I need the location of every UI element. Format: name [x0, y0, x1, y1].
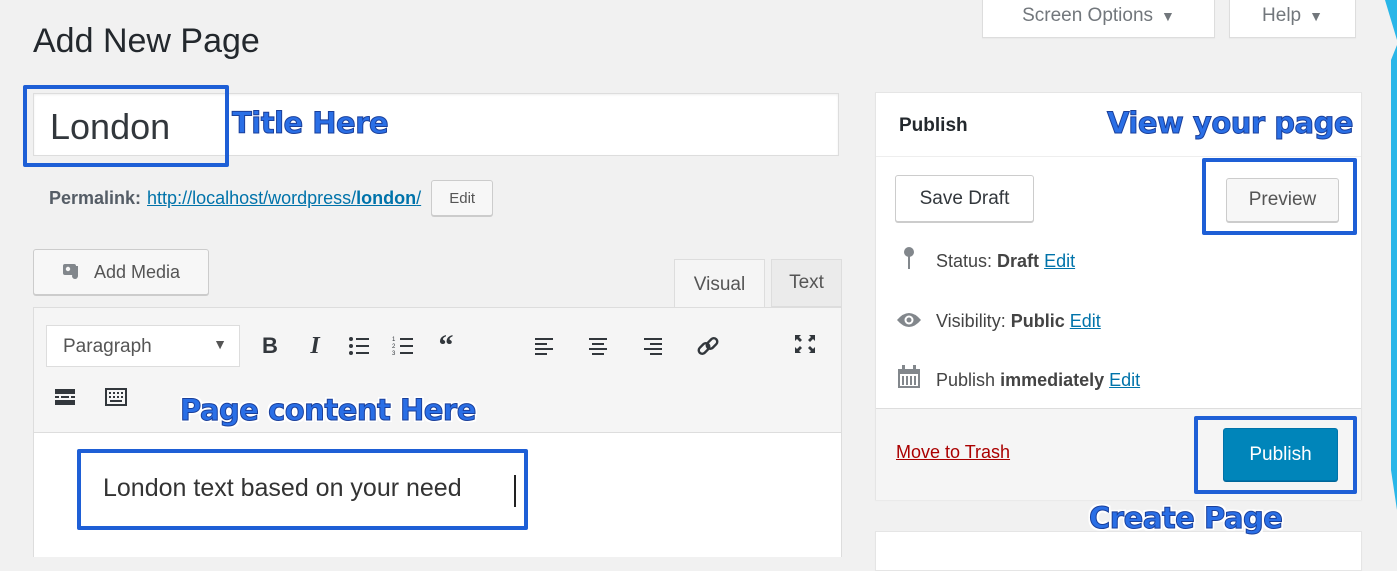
status-row: Status: Draft Edit [896, 246, 1075, 276]
add-media-label: Add Media [93, 261, 181, 282]
schedule-edit-link[interactable]: Edit [1109, 370, 1140, 390]
visibility-label: Visibility: [936, 310, 1006, 331]
permalink-label: Permalink: [49, 187, 142, 208]
add-media-icon [62, 262, 84, 282]
title-here-annotation: Title Here [231, 106, 389, 141]
save-draft-button[interactable]: Save Draft [895, 175, 1034, 222]
align-right-icon[interactable] [635, 328, 671, 364]
publish-highlight-box [1194, 416, 1357, 494]
page-attributes-box [875, 531, 1362, 571]
eye-icon [896, 308, 922, 334]
help-label: Help [1262, 4, 1302, 26]
dropdown-arrow-icon: ▼ [213, 336, 227, 352]
calendar-icon [896, 365, 922, 395]
pin-icon [896, 246, 922, 276]
read-more-icon[interactable] [47, 379, 83, 415]
page-title: Add New Page [33, 22, 260, 60]
visibility-row: Visibility: Public Edit [896, 308, 1101, 334]
caret-down-icon: ▼ [1161, 7, 1175, 24]
publish-heading: Publish [899, 115, 968, 136]
blockquote-icon[interactable]: “ [428, 328, 464, 364]
visibility-edit-link[interactable]: Edit [1070, 311, 1101, 331]
add-media-button[interactable]: Add Media [33, 249, 209, 295]
schedule-label: Publish [936, 369, 996, 390]
permalink-row: Permalink: http://localhost/wordpress/lo… [49, 180, 494, 216]
visibility-value: Public [1010, 310, 1065, 331]
italic-icon[interactable]: I [297, 328, 333, 364]
permalink-edit-button[interactable]: Edit [431, 180, 494, 216]
svg-text:1: 1 [392, 337, 396, 343]
link-icon[interactable] [690, 328, 726, 364]
bulleted-list-icon[interactable] [341, 328, 377, 364]
screen-options-tab[interactable]: Screen Options ▼ [982, 0, 1215, 38]
align-center-icon[interactable] [580, 328, 616, 364]
schedule-row: Publish immediately Edit [896, 365, 1140, 395]
numbered-list-icon[interactable]: 123 [385, 328, 421, 364]
status-edit-link[interactable]: Edit [1044, 251, 1075, 271]
format-select-value: Paragraph [63, 336, 152, 357]
screen-options-label: Screen Options [1022, 4, 1154, 26]
toolbar-toggle-icon[interactable] [98, 379, 134, 415]
permalink-suffix: / [416, 187, 422, 208]
help-tab[interactable]: Help ▼ [1229, 0, 1356, 38]
create-page-annotation: Create Page [1088, 501, 1283, 536]
status-value: Draft [997, 250, 1040, 271]
format-select[interactable]: Paragraph ▼ [46, 325, 240, 367]
svg-text:3: 3 [392, 351, 396, 357]
page-content-here-annotation: Page content Here [180, 393, 477, 428]
status-label: Status: [936, 250, 993, 271]
bold-icon[interactable]: B [252, 328, 288, 364]
align-left-icon[interactable] [527, 328, 563, 364]
view-your-page-annotation: View your page [1106, 106, 1354, 141]
tab-visual[interactable]: Visual [674, 259, 765, 309]
tab-text[interactable]: Text [771, 259, 842, 307]
title-highlight-box [23, 85, 229, 167]
content-highlight-box [77, 449, 528, 530]
svg-text:2: 2 [392, 344, 396, 350]
move-to-trash-link[interactable]: Move to Trash [896, 442, 1010, 463]
permalink-link[interactable]: http://localhost/wordpress/london/ [147, 188, 421, 209]
permalink-slug: london [356, 187, 417, 208]
caret-down-icon: ▼ [1309, 7, 1323, 24]
fullscreen-icon[interactable] [787, 326, 823, 362]
preview-highlight-box [1202, 158, 1357, 235]
schedule-value: immediately [1000, 369, 1105, 390]
edge-decoration [1385, 0, 1397, 510]
permalink-prefix: http://localhost/wordpress/ [147, 187, 357, 208]
